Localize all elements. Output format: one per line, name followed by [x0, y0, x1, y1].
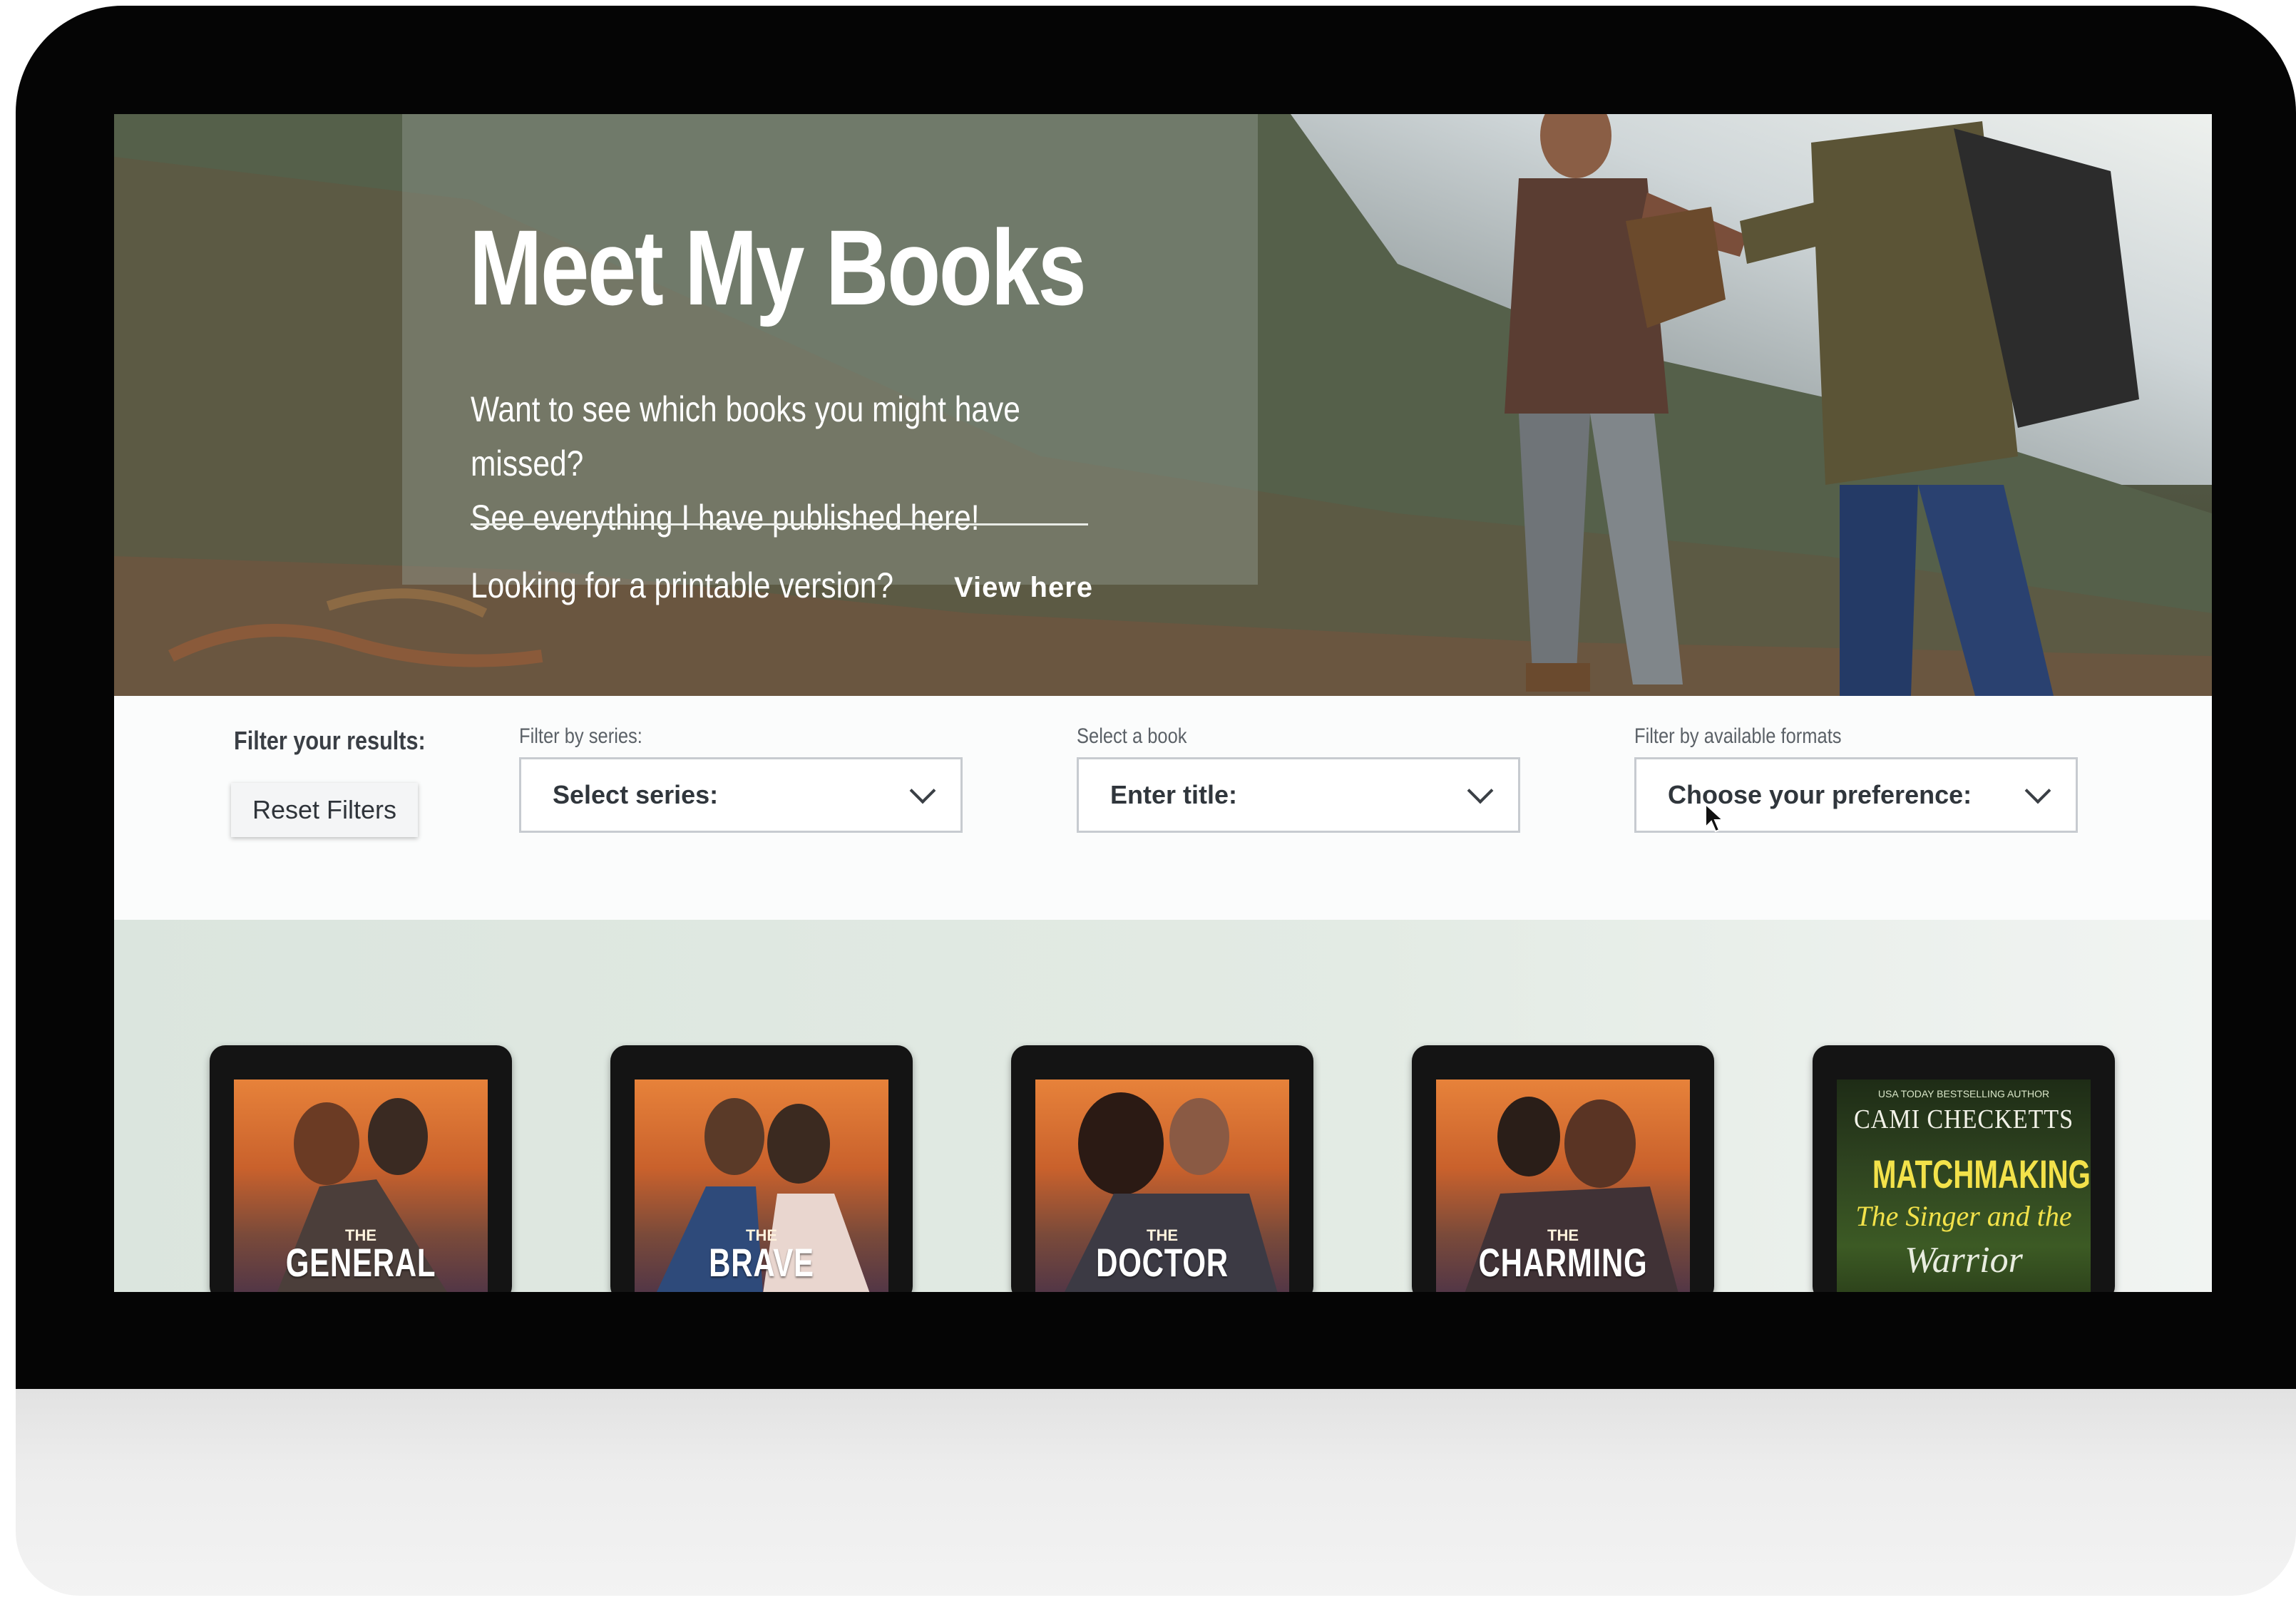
chevron-down-icon [909, 777, 936, 804]
hero-divider [471, 523, 1088, 525]
book-title: GENERAL PRINCE [285, 1240, 436, 1292]
chevron-down-icon [2024, 777, 2051, 804]
book-cover-image: THE BRAVE PRINCE [635, 1080, 888, 1292]
book-title-select[interactable]: Enter title: [1077, 757, 1520, 833]
chevron-down-icon [1467, 777, 1494, 804]
mouse-cursor-icon [1705, 803, 1725, 833]
filter-formats-label: Filter by available formats [1634, 724, 1842, 748]
page-title: Meet My Books [469, 207, 1087, 327]
book-card[interactable]: THE BRAVE PRINCE [610, 1045, 913, 1292]
book-card[interactable]: THE DOCTOR PRINCE [1011, 1045, 1313, 1292]
printable-version-text: Looking for a printable version? [471, 565, 894, 605]
series-select[interactable]: Select series: [519, 757, 963, 833]
monitor-chin [16, 1389, 2296, 1596]
hero-subtitle-line-2: See everything I have published here! [471, 498, 980, 538]
book-subtitle-line-1: The Singer and the [1855, 1200, 2072, 1232]
format-select[interactable]: Choose your preference: [1634, 757, 2078, 833]
book-card[interactable]: THE CHARMING PRINCE [1412, 1045, 1714, 1292]
book-cover-image: THE DOCTOR PRINCE [1035, 1080, 1289, 1292]
book-cover-image: THE CHARMING PRINCE [1436, 1080, 1690, 1292]
filter-results-label: Filter your results: [234, 726, 426, 755]
book-card[interactable]: USA TODAY BESTSELLING AUTHOR CAMI CHECKE… [1813, 1045, 2115, 1292]
book-card[interactable]: THE GENERAL PRINCE [210, 1045, 512, 1292]
book-select-value: Enter title: [1110, 780, 1238, 809]
screen: Meet My Books Want to see which books yo… [114, 114, 2212, 1292]
hiker-woman-image [1740, 121, 2139, 696]
book-title: CHARMING PRINCE [1478, 1240, 1648, 1292]
book-title: BRAVE PRINCE [703, 1240, 819, 1292]
reset-filters-button[interactable]: Reset Filters [231, 783, 418, 837]
select-book-label: Select a book [1077, 724, 1187, 748]
series-select-value: Select series: [553, 780, 719, 809]
book-title: DOCTOR PRINCE [1096, 1240, 1229, 1292]
book-author: CAMI CHECKETTS [1853, 1104, 2074, 1134]
view-here-link[interactable]: View here [954, 572, 1093, 604]
book-cover-image: THE GENERAL PRINCE [234, 1080, 488, 1292]
filter-series-label: Filter by series: [519, 724, 642, 748]
book-subtitle-line-2: Warrior [1905, 1240, 2023, 1281]
book-title: MATCHMAKING [1872, 1152, 2091, 1196]
book-cover-image: USA TODAY BESTSELLING AUTHOR CAMI CHECKE… [1837, 1080, 2091, 1292]
hero-banner: Meet My Books Want to see which books yo… [114, 114, 2212, 696]
hero-subtitle-line-1: Want to see which books you might have m… [471, 389, 1020, 483]
hero-subtitle: Want to see which books you might have m… [471, 382, 1077, 545]
author-tagline: USA TODAY BESTSELLING AUTHOR [1877, 1088, 2050, 1099]
